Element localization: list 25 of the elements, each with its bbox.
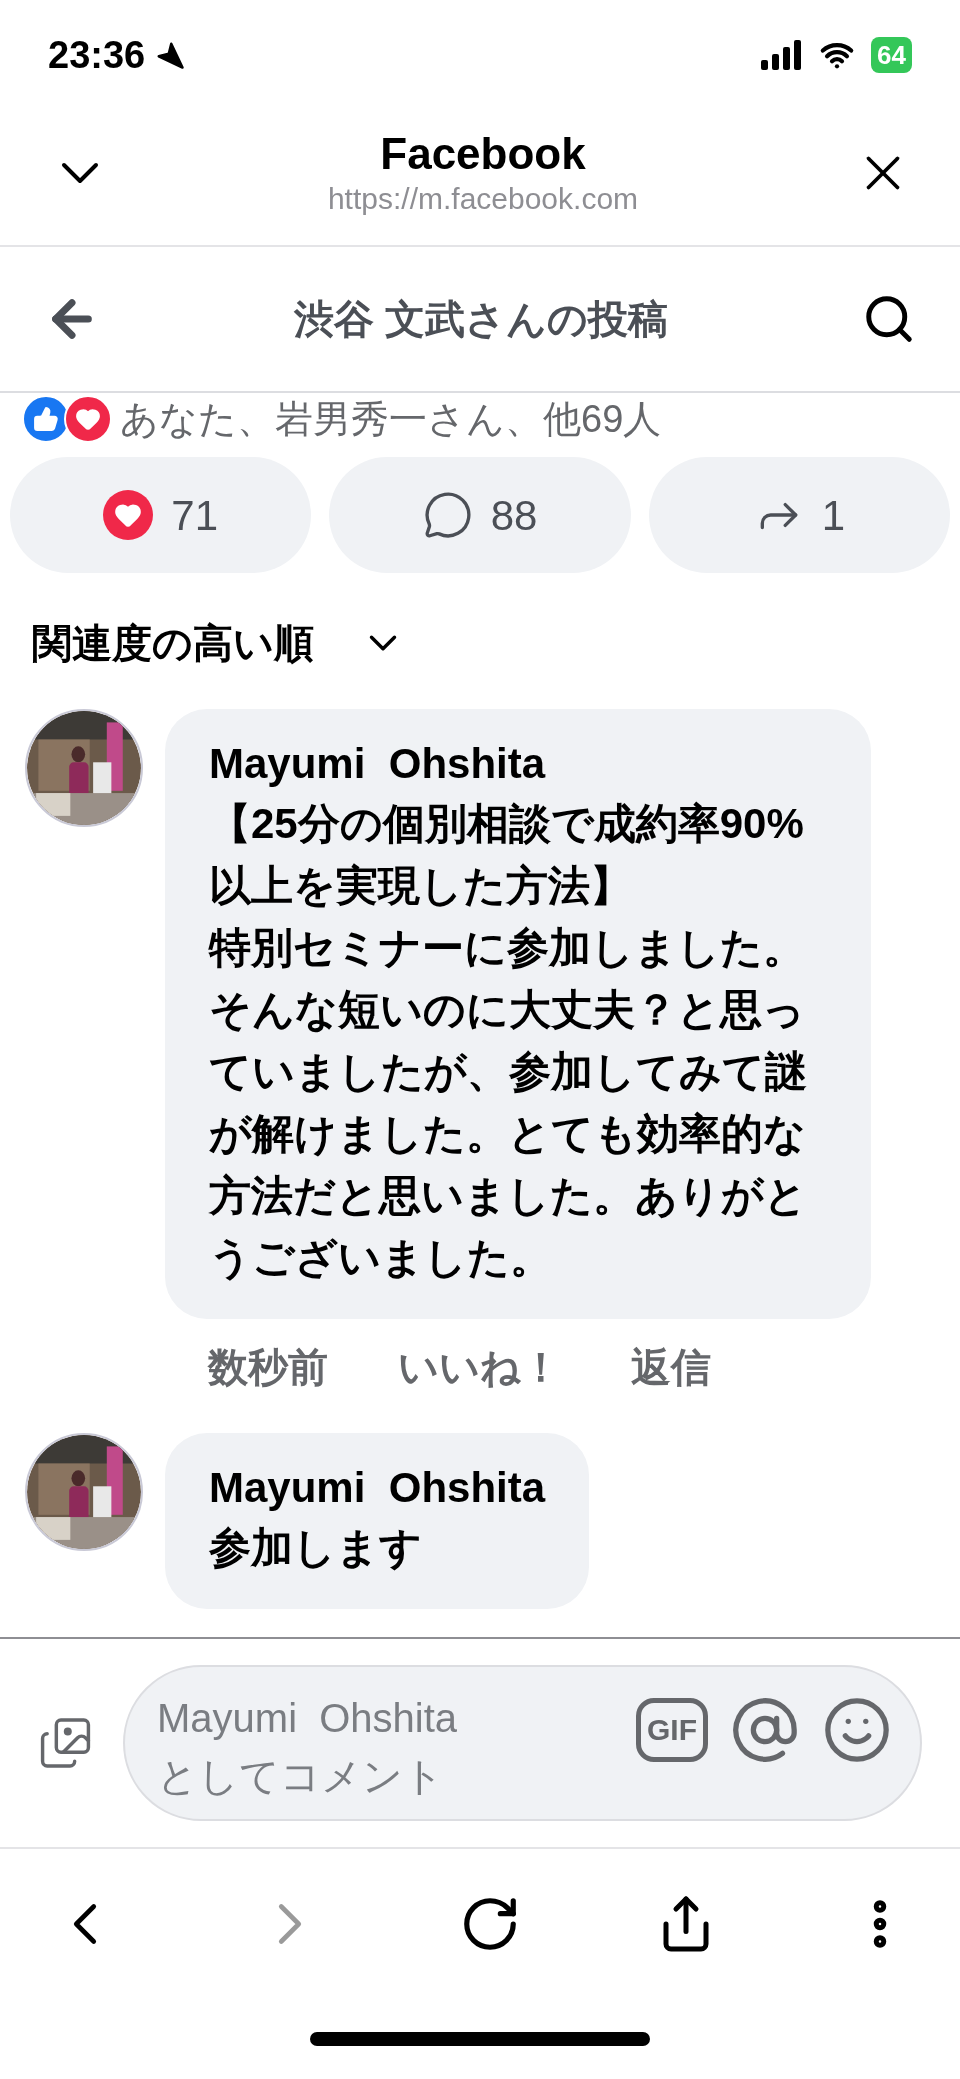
page-title: 渋谷 文武さんの投稿 xyxy=(293,296,669,343)
gif-button[interactable]: GIF xyxy=(636,1698,708,1762)
comment-action[interactable]: 返信 xyxy=(631,1337,711,1397)
reaction-summary: あなた、岩男秀一さん、他69人 xyxy=(120,397,662,442)
reaction-button[interactable]: 71 xyxy=(10,457,312,573)
comment-author[interactable]: Mayumi Ohshita xyxy=(209,735,827,793)
comment-icon xyxy=(422,490,473,540)
comment-action[interactable]: いいね！ xyxy=(398,1337,561,1397)
comment-text: 参加します xyxy=(209,1523,422,1573)
emoji-icon[interactable] xyxy=(822,1695,892,1765)
browser-url: https://m.facebook.com xyxy=(327,180,639,217)
comment-author[interactable]: Mayumi Ohshita xyxy=(209,1459,546,1517)
reaction-button[interactable]: 1 xyxy=(648,457,950,573)
reaction-button[interactable]: 88 xyxy=(329,457,631,573)
sort-label[interactable]: 関連度の高い順 xyxy=(32,613,314,673)
location-icon xyxy=(155,40,186,70)
battery-level: 64 xyxy=(871,37,912,73)
comment-text: 【25分の個別相談で成約率90%以上を実現した方法】 xyxy=(209,799,805,911)
status-time: 23:36 xyxy=(48,32,146,78)
comment-text: 特別セミナーに参加しました。そんな短いのに大丈夫？と思っていましたが、参加してみて謎が解けました。とても効率的な方法だと思いました。ありがとうございました。 xyxy=(209,923,808,1283)
browser-title: Facebook xyxy=(380,127,586,180)
mention-icon[interactable] xyxy=(730,1695,800,1765)
comment-field[interactable]: Mayumi Ohshita としてコメント GIF xyxy=(123,1665,922,1821)
comment-time: 数秒前 xyxy=(208,1344,328,1391)
signal-icon xyxy=(761,40,804,70)
